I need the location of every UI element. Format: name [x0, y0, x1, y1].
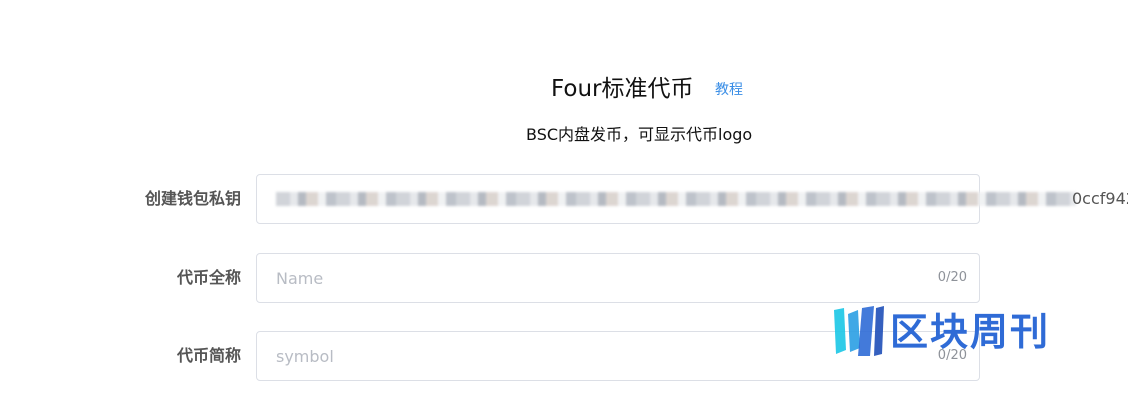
token-create-page: Four标准代币 教程 BSC内盘发币，可显示代币logo 创建钱包私钥 0cc… [0, 0, 1128, 405]
wallet-key-row: 创建钱包私钥 0ccf9423 [0, 174, 1128, 224]
wallet-key-value-tail: 0ccf9423 [1072, 189, 1128, 208]
token-name-field[interactable]: 0/20 [256, 253, 980, 303]
watermark-logo-icon [834, 306, 884, 356]
masked-key-blur [276, 192, 1076, 206]
token-name-counter: 0/20 [937, 270, 967, 285]
token-symbol-label: 代币简称 [176, 346, 241, 365]
token-name-input[interactable] [257, 254, 897, 302]
page-subtitle: BSC内盘发币，可显示代币logo [526, 125, 753, 144]
watermark-text: 区块周刊 [890, 310, 1051, 354]
page-title: Four标准代币 [551, 76, 694, 102]
wallet-key-label: 创建钱包私钥 [144, 189, 241, 208]
tutorial-link[interactable]: 教程 [715, 80, 743, 100]
wallet-key-input[interactable]: 0ccf9423 [256, 174, 1128, 224]
watermark: 区块周刊 [830, 304, 1110, 360]
token-name-row: 代币全称 0/20 [0, 253, 1128, 303]
token-name-label: 代币全称 [176, 268, 241, 287]
header: Four标准代币 教程 [0, 72, 1128, 106]
token-symbol-input[interactable] [257, 332, 897, 380]
